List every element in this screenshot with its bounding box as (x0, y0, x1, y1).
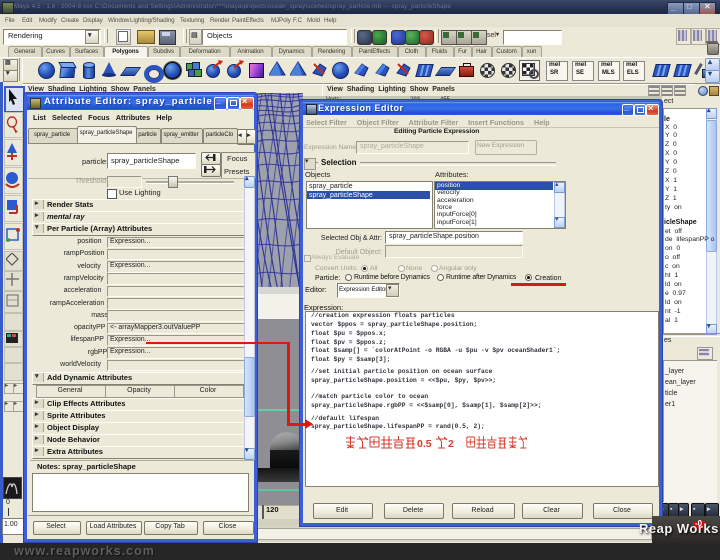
svg-text:2: 2 (448, 438, 454, 450)
svg-text:0.5: 0.5 (417, 438, 432, 450)
